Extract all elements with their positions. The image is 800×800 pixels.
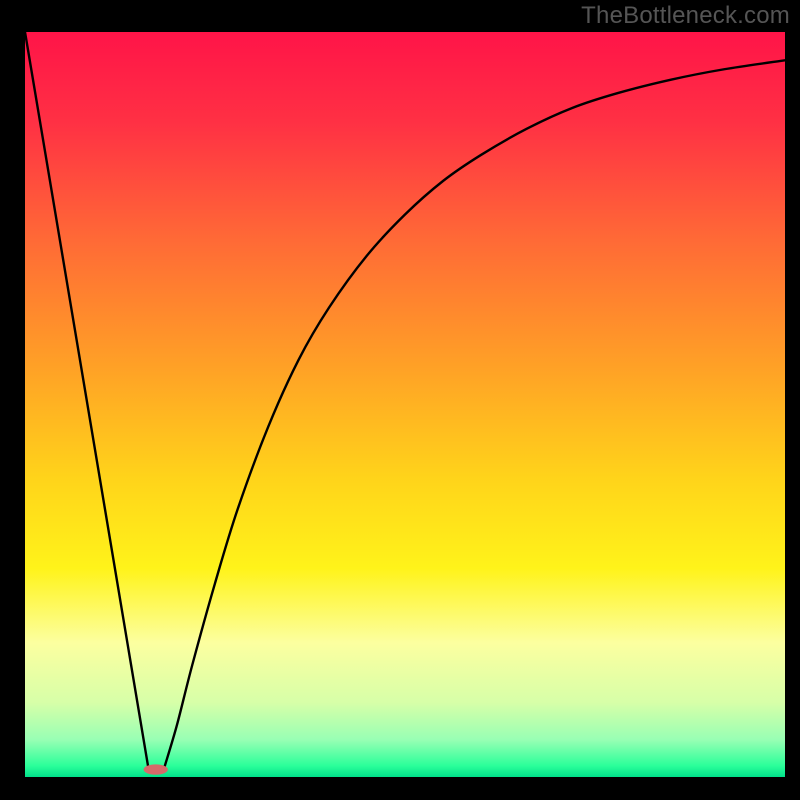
min-point-pill [144,764,168,774]
marker-group [144,764,168,774]
watermark-text: TheBottleneck.com [581,2,790,30]
gradient-background [25,32,785,777]
chart-svg [25,32,785,777]
plot-area [25,32,785,777]
chart-frame: TheBottleneck.com [0,0,800,800]
